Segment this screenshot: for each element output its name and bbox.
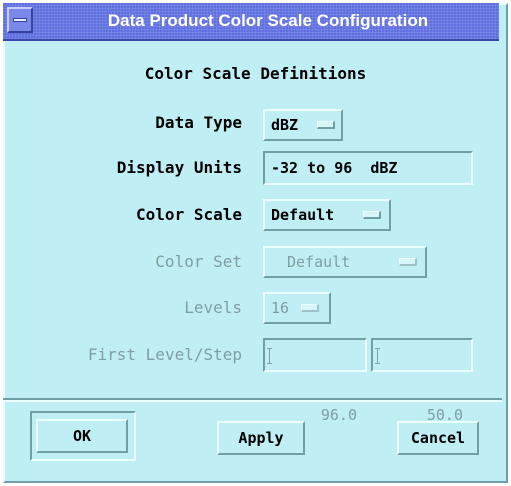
data-type-option-menu[interactable]: dBZ <box>263 109 343 141</box>
color-set-value: Default <box>287 253 351 271</box>
first-level-step-label: First Level/Step <box>87 345 242 364</box>
step-field[interactable]: 50.0 <box>371 338 473 424</box>
first-level-value: 96.0 <box>320 406 357 424</box>
option-menu-indicator-icon <box>317 121 335 129</box>
data-type-value: dBZ <box>271 116 299 134</box>
first-level-field[interactable]: 96.0 <box>263 338 367 424</box>
window-title: Data Product Color Scale Configuration <box>107 11 429 30</box>
display-units-label: Display Units <box>116 158 242 177</box>
display-units-field[interactable]: -32 to 96 dBZ <box>263 151 473 185</box>
levels-value: 16 <box>271 299 290 317</box>
window-menu-icon[interactable] <box>7 7 33 33</box>
color-set-option-menu[interactable]: Default <box>263 246 427 278</box>
text-cursor-icon <box>267 348 272 364</box>
color-set-label: Color Set <box>155 252 242 271</box>
apply-button[interactable]: Apply <box>217 421 305 455</box>
title-bar[interactable]: Data Product Color Scale Configuration <box>3 3 499 41</box>
levels-label: Levels <box>184 298 242 317</box>
option-menu-indicator-icon <box>363 211 381 219</box>
cancel-button[interactable]: Cancel <box>397 421 479 455</box>
option-menu-indicator-icon <box>399 258 417 266</box>
text-cursor-icon <box>375 348 380 364</box>
color-scale-label: Color Scale <box>136 205 242 224</box>
separator <box>3 398 502 402</box>
ok-button[interactable]: OK <box>36 419 128 453</box>
section-title: Color Scale Definitions <box>144 64 367 83</box>
data-type-label: Data Type <box>155 113 242 132</box>
option-menu-indicator-icon <box>301 304 319 312</box>
color-scale-option-menu[interactable]: Default <box>263 199 391 231</box>
levels-option-menu[interactable]: 16 <box>263 292 331 324</box>
color-scale-value: Default <box>271 206 335 224</box>
